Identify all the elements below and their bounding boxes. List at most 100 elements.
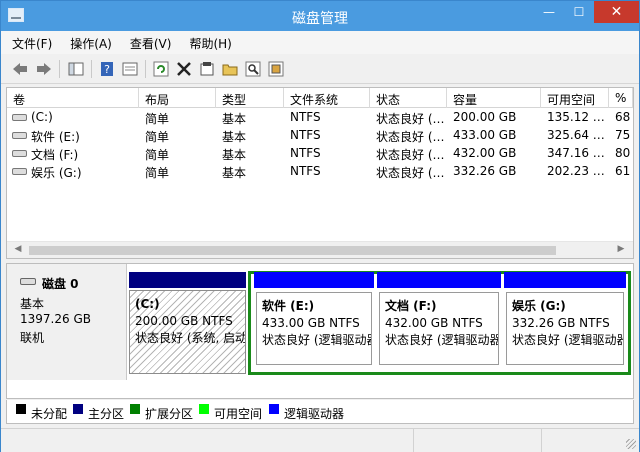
disk-management-window: 磁盘管理 — ☐ ✕ 文件(F) 操作(A) 查看(V) 帮助(H) ? 卷 布…: [0, 0, 640, 452]
legend-swatch: [16, 404, 26, 414]
logical-drive-bar: [504, 272, 626, 288]
disk-icon: [20, 278, 36, 285]
table-row[interactable]: 文档 (F:) 简单 基本 NTFS 状态良好 (… 432.00 GB 347…: [7, 144, 633, 162]
console-view-icon[interactable]: [121, 60, 139, 78]
legend: 未分配 主分区 扩展分区 可用空间 逻辑驱动器: [6, 400, 634, 424]
rescan-icon[interactable]: [267, 60, 285, 78]
logical-drive-bar: [377, 272, 501, 288]
free-space-cell: 325.64 …: [547, 128, 605, 142]
menu-bar: 文件(F) 操作(A) 查看(V) 帮助(H): [1, 31, 639, 54]
layout-cell: 简单: [145, 130, 170, 144]
free-space-cell: 202.23 …: [547, 164, 605, 178]
toolbar-separator: [59, 60, 60, 78]
percent-free-cell: 61: [615, 164, 631, 178]
logical-drive-bar: [254, 272, 374, 288]
percent-free-cell: 75: [615, 128, 631, 142]
layout-cell: 简单: [145, 148, 170, 162]
scroll-right-icon[interactable]: ▶: [613, 244, 629, 257]
disk-type: 基本: [20, 297, 45, 311]
status-cell: 状态良好 (…: [376, 148, 445, 162]
status-divider: [541, 429, 542, 452]
toolbar-separator: [145, 60, 146, 78]
menu-view[interactable]: 查看(V): [119, 31, 179, 52]
column-header-filesystem[interactable]: 文件系统: [284, 88, 370, 108]
forward-icon[interactable]: [35, 60, 53, 78]
filesystem-cell: NTFS: [290, 146, 321, 160]
partition-e-body: 软件 (E:) 433.00 GB NTFS 状态良好 (逻辑驱动器: [256, 292, 372, 365]
help-icon[interactable]: ?: [98, 60, 116, 78]
column-header-percent-free[interactable]: %: [609, 88, 633, 108]
partition-c[interactable]: (C:) 200.00 GB NTFS 状态良好 (系统, 启动: [129, 272, 246, 374]
table-row[interactable]: 软件 (E:) 简单 基本 NTFS 状态良好 (… 433.00 GB 325…: [7, 126, 633, 144]
partition-f[interactable]: 文档 (F:) 432.00 GB NTFS 状态良好 (逻辑驱动器: [377, 272, 501, 367]
partition-size: 432.00 GB NTFS: [385, 316, 483, 330]
volume-drive-icon: [12, 132, 27, 139]
show-hide-console-tree-icon[interactable]: [67, 60, 85, 78]
partition-status: 状态良好 (逻辑驱动器: [512, 333, 624, 347]
toolbar: ?: [1, 54, 639, 84]
layout-cell: 简单: [145, 112, 170, 126]
free-space-cell: 135.12 …: [547, 110, 605, 124]
status-cell: 状态良好 (…: [376, 112, 445, 126]
refresh-icon[interactable]: [152, 60, 170, 78]
menu-file[interactable]: 文件(F): [1, 31, 59, 52]
disk-graphical-pane: 磁盘 0 基本 1397.26 GB 联机 (C:) 200.00 GB NTF…: [6, 263, 634, 399]
column-header-free-space[interactable]: 可用空间: [541, 88, 609, 108]
table-row[interactable]: 娱乐 (G:) 简单 基本 NTFS 状态良好 (… 332.26 GB 202…: [7, 162, 633, 180]
column-header-volume[interactable]: 卷: [7, 88, 139, 108]
partition-e[interactable]: 软件 (E:) 433.00 GB NTFS 状态良好 (逻辑驱动器: [254, 272, 374, 367]
status-divider: [413, 429, 414, 452]
filesystem-cell: NTFS: [290, 128, 321, 142]
column-header-type[interactable]: 类型: [216, 88, 284, 108]
maximize-button[interactable]: ☐: [565, 1, 593, 23]
back-icon[interactable]: [11, 60, 29, 78]
column-header-capacity[interactable]: 容量: [447, 88, 541, 108]
partition-f-body: 文档 (F:) 432.00 GB NTFS 状态良好 (逻辑驱动器: [379, 292, 499, 365]
volume-name-cell: (C:): [7, 108, 139, 126]
table-row[interactable]: (C:) 简单 基本 NTFS 状态良好 (… 200.00 GB 135.12…: [7, 108, 633, 126]
menu-action[interactable]: 操作(A): [59, 31, 119, 52]
status-cell: 状态良好 (…: [376, 166, 445, 180]
minimize-button[interactable]: —: [535, 1, 563, 23]
find-icon[interactable]: [244, 60, 262, 78]
layout-cell: 简单: [145, 166, 170, 180]
partition-size: 433.00 GB NTFS: [262, 316, 360, 330]
volume-name-cell: 文档 (F:): [7, 144, 139, 162]
close-button[interactable]: ✕: [594, 1, 639, 23]
volume-drive-icon: [12, 114, 27, 121]
partition-status: 状态良好 (逻辑驱动器: [385, 333, 499, 347]
partition-status: 状态良好 (逻辑驱动器: [262, 333, 372, 347]
capacity-cell: 432.00 GB: [453, 146, 517, 160]
resize-grip-icon[interactable]: [626, 439, 636, 449]
disk-info-panel[interactable]: 磁盘 0 基本 1397.26 GB 联机: [7, 264, 127, 380]
title-bar: 磁盘管理 — ☐ ✕: [1, 1, 639, 31]
menu-help[interactable]: 帮助(H): [178, 31, 238, 52]
partition-g[interactable]: 娱乐 (G:) 332.26 GB NTFS 状态良好 (逻辑驱动器: [504, 272, 626, 367]
scroll-left-icon[interactable]: ◀: [10, 244, 26, 257]
type-cell: 基本: [222, 130, 247, 144]
legend-extended: 扩展分区: [145, 407, 194, 421]
disk-state: 联机: [20, 331, 45, 345]
properties-icon[interactable]: [198, 60, 216, 78]
partition-title: (C:): [135, 297, 160, 311]
filesystem-cell: NTFS: [290, 110, 321, 124]
delete-icon[interactable]: [175, 60, 193, 78]
column-header-layout[interactable]: 布局: [139, 88, 216, 108]
legend-swatch: [199, 404, 209, 414]
legend-unallocated: 未分配: [31, 407, 68, 421]
disk-name: 磁盘 0: [20, 275, 126, 295]
legend-swatch: [73, 404, 83, 414]
volume-drive-icon: [12, 168, 27, 175]
legend-logical-drive: 逻辑驱动器: [284, 407, 345, 421]
open-icon[interactable]: [221, 60, 239, 78]
horizontal-scrollbar[interactable]: ◀ ▶: [7, 241, 633, 258]
volume-name-cell: 软件 (E:): [7, 126, 139, 144]
legend-free-space: 可用空间: [214, 407, 263, 421]
status-cell: 状态良好 (…: [376, 130, 445, 144]
toolbar-separator: [91, 60, 92, 78]
type-cell: 基本: [222, 166, 247, 180]
partition-g-body: 娱乐 (G:) 332.26 GB NTFS 状态良好 (逻辑驱动器: [506, 292, 624, 365]
partition-title: 娱乐 (G:): [512, 299, 566, 313]
scrollbar-thumb[interactable]: [29, 246, 556, 255]
column-header-status[interactable]: 状态: [370, 88, 447, 108]
